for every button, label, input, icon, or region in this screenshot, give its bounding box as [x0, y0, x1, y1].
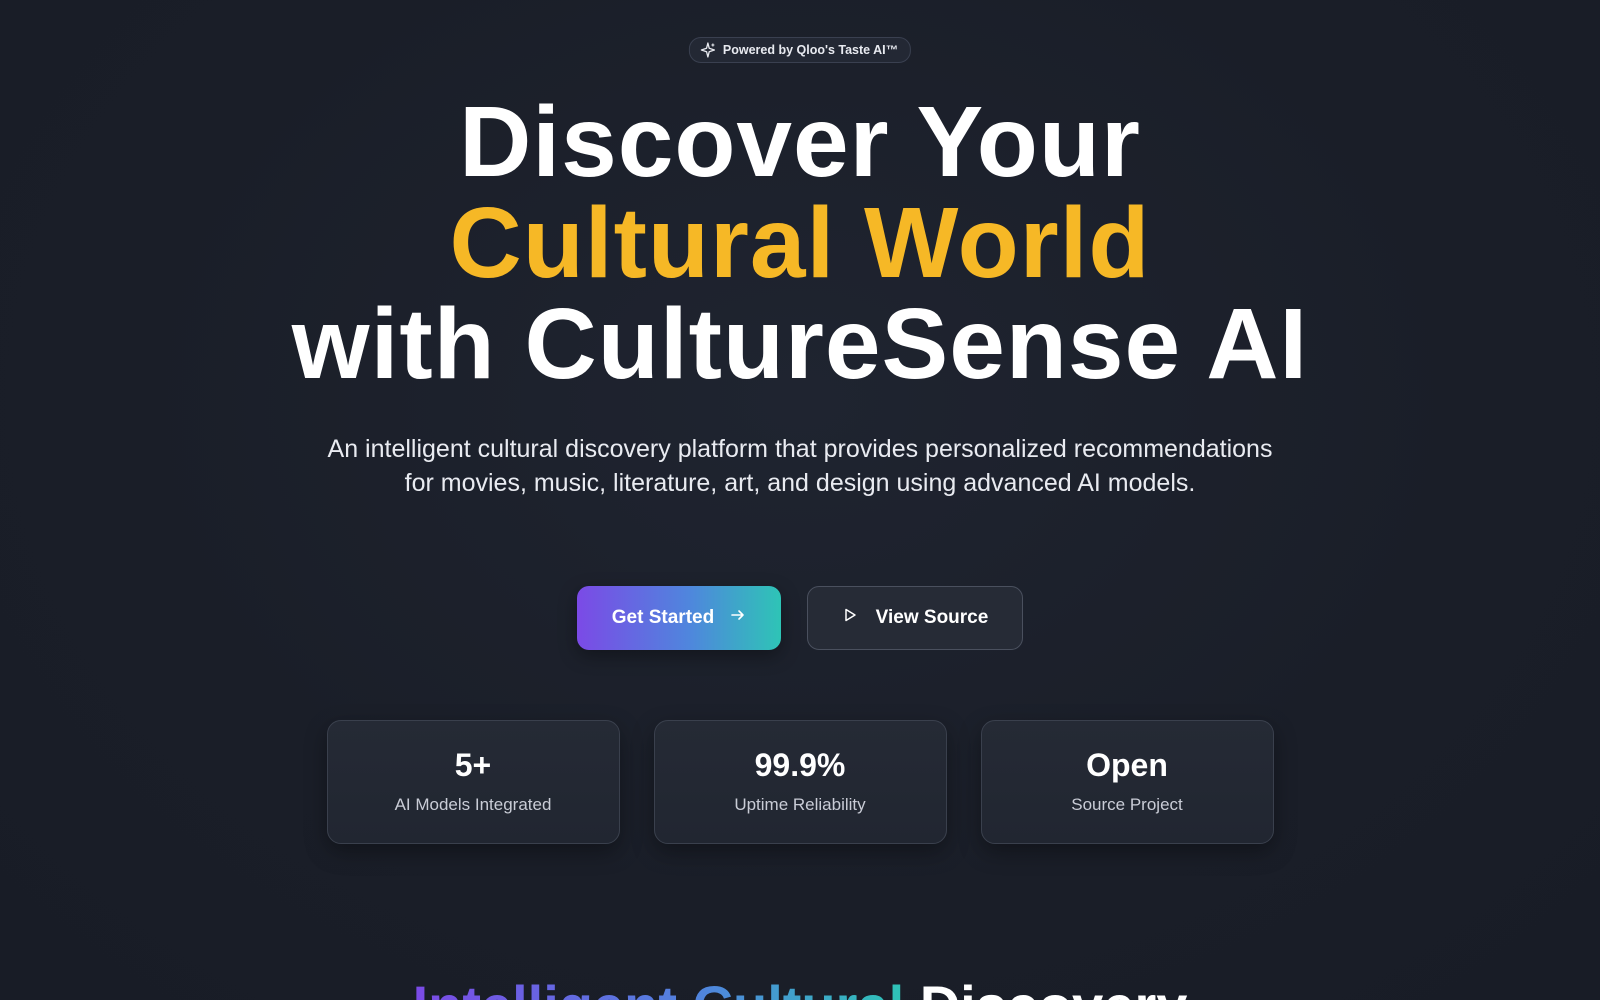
get-started-button[interactable]: Get Started — [577, 586, 781, 650]
hero-title-line-3: with CultureSense AI — [291, 288, 1309, 400]
stats-row: 5+ AI Models Integrated 99.9% Uptime Rel… — [0, 720, 1600, 844]
get-started-label: Get Started — [611, 607, 715, 628]
view-source-button[interactable]: View Source — [807, 586, 1023, 650]
sparkle-icon — [700, 42, 716, 58]
stat-card-models: 5+ AI Models Integrated — [326, 720, 620, 844]
stat-value: Open — [1086, 747, 1168, 783]
play-icon — [842, 607, 858, 629]
landing-page: Powered by Qloo's Taste AI™ Discover You… — [0, 0, 1600, 1000]
stat-label: Source Project — [1071, 795, 1183, 814]
stat-card-open-source: Open Source Project — [980, 720, 1274, 844]
stat-label: Uptime Reliability — [734, 795, 866, 814]
stat-value: 99.9% — [754, 747, 846, 783]
section-heading-plain: Discovery — [920, 974, 1188, 1000]
view-source-label: View Source — [875, 607, 989, 628]
arrow-right-icon — [730, 607, 746, 629]
hero-title-line-2: Cultural World — [449, 187, 1151, 299]
section-heading: Intelligent Cultural Discovery — [0, 976, 1600, 1000]
cta-row: Get Started View Source — [0, 586, 1600, 650]
stat-card-uptime: 99.9% Uptime Reliability — [653, 720, 947, 844]
badge-text: Powered by Qloo's Taste AI™ — [722, 43, 899, 57]
hero-title-line-1: Discover Your — [459, 86, 1141, 198]
section-heading-gradient: Intelligent Cultural — [413, 974, 905, 1000]
stat-value: 5+ — [454, 747, 492, 783]
powered-by-badge: Powered by Qloo's Taste AI™ — [688, 37, 912, 63]
hero-title: Discover Your Cultural World with Cultur… — [0, 92, 1600, 395]
hero-subtitle: An intelligent cultural discovery platfo… — [327, 435, 1273, 497]
stat-label: AI Models Integrated — [394, 795, 552, 814]
